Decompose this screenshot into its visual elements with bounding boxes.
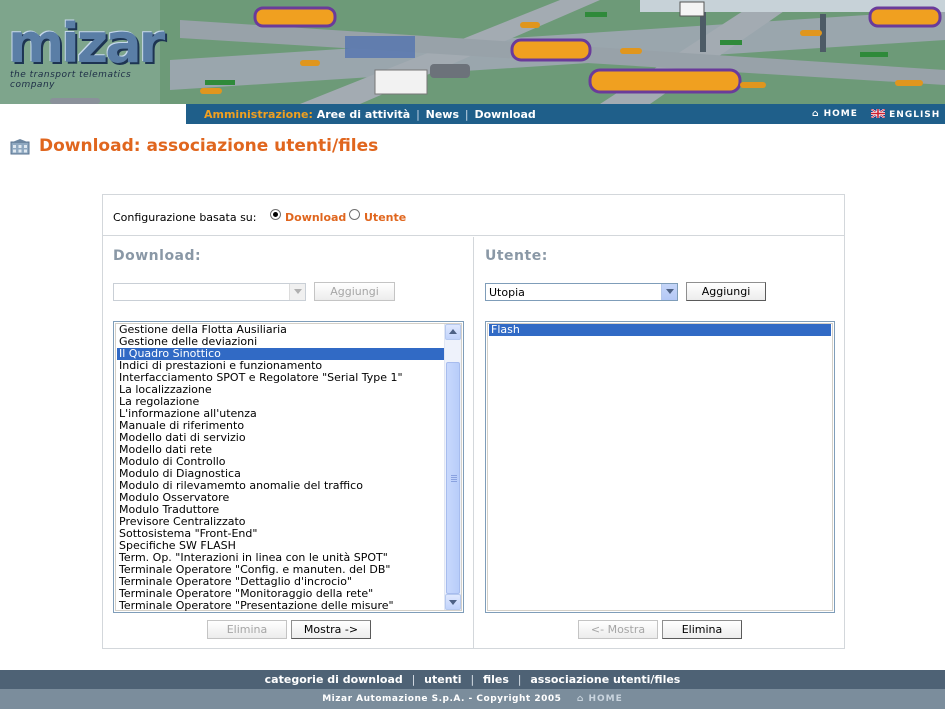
grip-icon xyxy=(451,475,457,482)
footer-separator: | xyxy=(470,673,475,686)
english-link[interactable]: ENGLISH xyxy=(870,108,941,120)
download-column: Download: Aggiungi Gestione della Flotta… xyxy=(103,237,474,649)
list-item[interactable]: Flash xyxy=(489,324,831,336)
english-label: ENGLISH xyxy=(889,110,941,120)
download-add-button[interactable]: Aggiungi xyxy=(314,282,395,301)
copyright-text: Mizar Automazione S.p.A. - Copyright 200… xyxy=(322,694,562,704)
download-listbox[interactable]: Gestione della Flotta Ausiliaria Gestione… xyxy=(113,321,464,613)
user-items: Flash xyxy=(489,324,831,336)
footer-separator: | xyxy=(411,673,416,686)
user-delete-button[interactable]: Elimina xyxy=(662,620,742,639)
user-select-value: Utopia xyxy=(489,286,525,299)
footer-link-files[interactable]: files xyxy=(483,673,509,686)
config-row: Configurazione basata su: Download Utent… xyxy=(103,195,844,236)
nav-link-aree[interactable]: Aree di attività xyxy=(317,108,411,121)
building-icon xyxy=(10,139,30,155)
home-icon: ⌂ xyxy=(576,694,585,704)
download-select[interactable] xyxy=(113,283,306,301)
user-heading: Utente: xyxy=(485,248,548,264)
nav-admin-label: Amministrazione: xyxy=(204,108,313,121)
download-delete-button[interactable]: Elimina xyxy=(207,620,287,639)
nav-links: Amministrazione: Aree di attività | News… xyxy=(204,108,536,121)
scroll-up-icon[interactable] xyxy=(445,324,461,340)
download-heading: Download: xyxy=(113,248,202,264)
scroll-down-icon[interactable] xyxy=(445,594,461,610)
footer-copyright-bar: Mizar Automazione S.p.A. - Copyright 200… xyxy=(0,689,945,709)
show-download-button[interactable]: <- Mostra xyxy=(578,620,658,639)
top-nav: Amministrazione: Aree di attività | News… xyxy=(0,104,945,124)
footer-link-categorie[interactable]: categorie di download xyxy=(265,673,403,686)
chevron-down-icon[interactable] xyxy=(289,284,305,300)
config-label: Configurazione basata su: xyxy=(113,211,257,224)
page-title: Download: associazione utenti/files xyxy=(39,136,379,156)
nav-link-news[interactable]: News xyxy=(426,108,459,121)
download-items: Gestione della Flotta Ausiliaria Gestione… xyxy=(117,324,444,612)
user-select[interactable]: Utopia xyxy=(485,283,678,301)
association-panel: Configurazione basata su: Download Utent… xyxy=(102,194,845,649)
scroll-thumb[interactable] xyxy=(446,362,460,594)
footer-home-label: HOME xyxy=(588,694,623,704)
show-user-button[interactable]: Mostra -> xyxy=(291,620,371,639)
user-add-button[interactable]: Aggiungi xyxy=(686,282,766,301)
user-list-inner: Flash xyxy=(487,323,833,611)
nav-separator: | xyxy=(416,108,420,121)
logo-wordmark: mizar xyxy=(8,12,165,75)
footer-link-utenti[interactable]: utenti xyxy=(424,673,461,686)
download-list-inner: Gestione della Flotta Ausiliaria Gestione… xyxy=(115,323,462,612)
home-icon: ⌂ xyxy=(812,109,820,119)
radio-utente-label[interactable]: Utente xyxy=(364,211,406,224)
logo-tagline: the transport telematics company xyxy=(10,70,132,90)
header-banner: mizar the transport telematics company xyxy=(0,0,945,104)
list-item[interactable]: Terminale Operatore "Presentazione delle… xyxy=(117,600,444,612)
radio-utente[interactable] xyxy=(349,209,360,220)
uk-flag-icon xyxy=(870,108,886,119)
footer-separator: | xyxy=(517,673,522,686)
footer-nav: categorie di download | utenti | files |… xyxy=(0,670,945,689)
radio-download[interactable] xyxy=(270,209,281,220)
download-scrollbar[interactable] xyxy=(444,324,461,610)
footer-link-associazione[interactable]: associazione utenti/files xyxy=(530,673,680,686)
nav-link-download[interactable]: Download xyxy=(474,108,535,121)
chevron-down-icon[interactable] xyxy=(661,284,677,300)
footer-links: categorie di download | utenti | files |… xyxy=(265,673,681,686)
mizar-logo[interactable]: mizar the transport telematics company xyxy=(8,12,173,91)
radio-download-label[interactable]: Download xyxy=(285,211,346,224)
nav-separator: | xyxy=(464,108,469,121)
home-label: HOME xyxy=(823,109,858,119)
footer-home-link[interactable]: ⌂ HOME xyxy=(577,689,623,709)
user-listbox[interactable]: Flash xyxy=(485,321,835,613)
home-link[interactable]: ⌂ HOME xyxy=(812,109,858,119)
user-column: Utente: Utopia Aggiungi Flash <- Mostra … xyxy=(474,237,844,649)
